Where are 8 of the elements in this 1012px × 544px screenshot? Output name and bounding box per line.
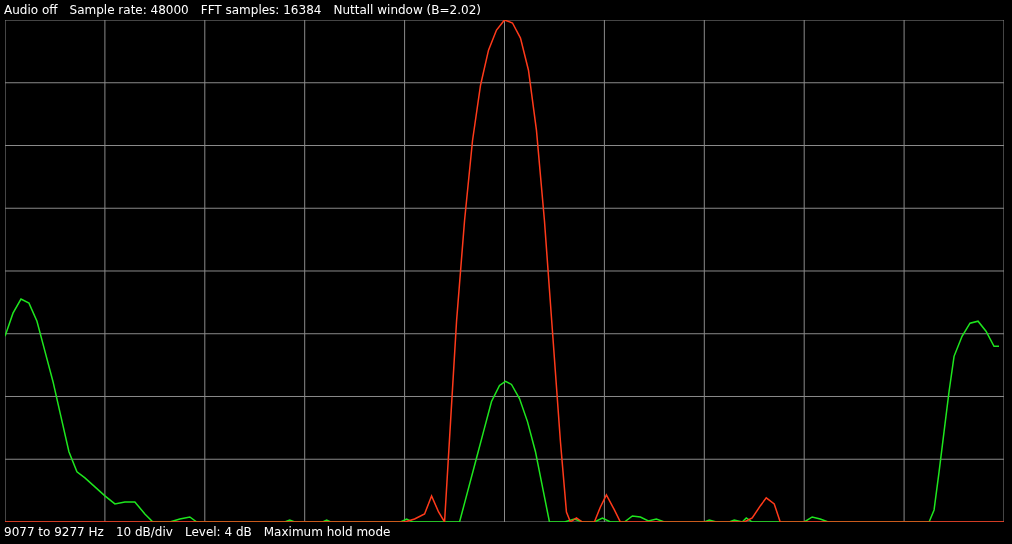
status-text: Maximum hold mode: [263, 525, 391, 539]
status-text: Sample rate: 48000: [69, 3, 189, 17]
status-text: FFT samples: 16384: [200, 3, 322, 17]
status-text: 10 dB/div: [115, 525, 173, 539]
status-text: Nuttall window (B=2.02): [333, 3, 481, 17]
status-text: Level: 4 dB: [184, 525, 252, 539]
status-text: 9077 to 9277 Hz: [4, 525, 104, 539]
status-text: Audio off: [4, 3, 58, 17]
